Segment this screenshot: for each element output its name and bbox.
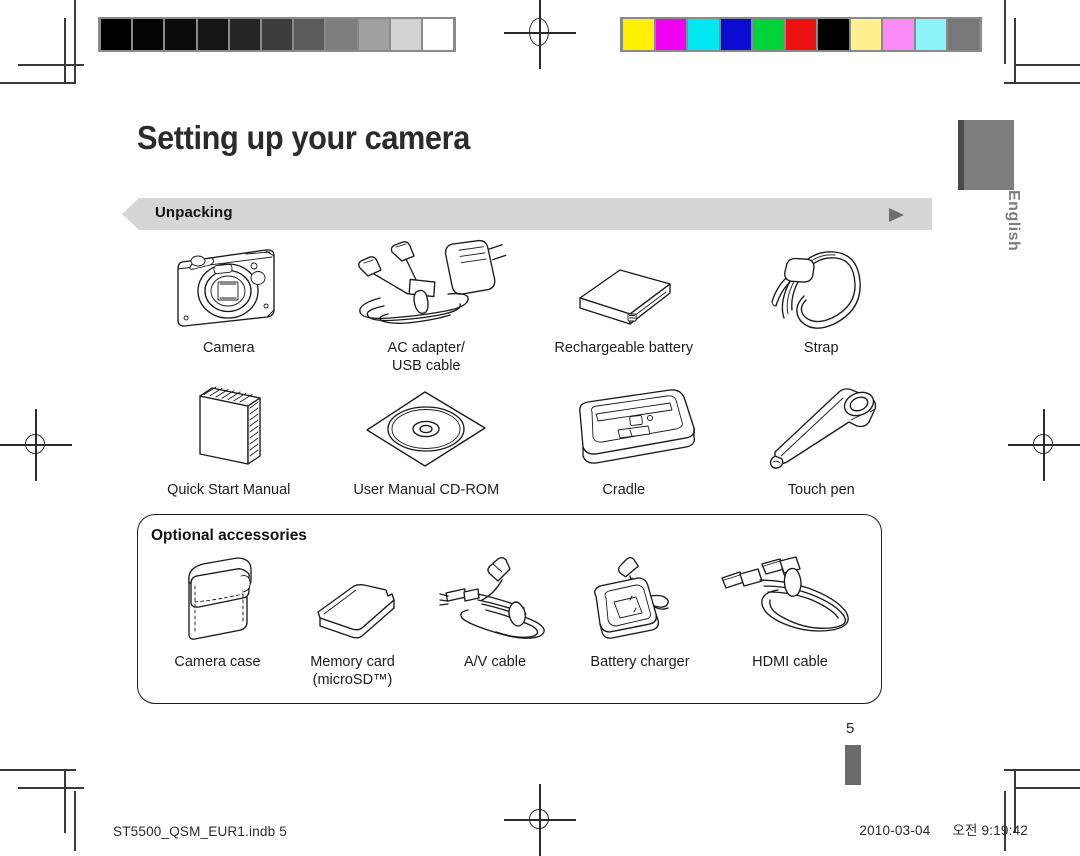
grayscale-swatch: [358, 19, 389, 50]
color-swatch: [785, 19, 817, 50]
item-caption: Strap: [803, 340, 839, 356]
av-cable-icon: [420, 556, 570, 646]
item-caption: Touch pen: [787, 482, 855, 498]
footer-filename: ST5500_QSM_EUR1.indb 5: [113, 824, 287, 839]
grayscale-swatch: [229, 19, 260, 50]
optional-accessories-row: Camera case Memory card (microSD™) A/V c…: [150, 556, 870, 689]
color-calibration-bar: [620, 17, 982, 52]
color-swatch: [688, 19, 719, 50]
registration-crosshair-icon-top: [504, 0, 576, 69]
registration-crosshair-icon-right: [1008, 409, 1080, 481]
color-swatch: [948, 19, 980, 50]
memory-card-icon: [285, 556, 420, 646]
color-swatch: [883, 19, 914, 50]
item-memory-card: Memory card (microSD™): [285, 556, 420, 689]
grayscale-swatch: [101, 19, 132, 50]
section-header-label: Unpacking: [155, 204, 233, 221]
item-caption: AC adapter/ USB cable: [387, 340, 465, 374]
language-tab-marker: [958, 120, 1014, 190]
item-caption: Rechargeable battery: [554, 340, 694, 356]
item-camera: Camera: [130, 236, 328, 375]
language-tab-edge: [958, 120, 964, 190]
item-user-manual-cd: User Manual CD-ROM: [328, 378, 526, 499]
color-swatch: [655, 19, 687, 50]
registration-crosshair-icon-bottom: [504, 784, 576, 856]
item-strap: Strap: [723, 236, 921, 375]
camera-icon: [130, 236, 328, 332]
item-hdmi-cable: HDMI cable: [710, 556, 870, 689]
item-quick-start-manual: Quick Start Manual: [130, 378, 328, 499]
hdmi-cable-icon: [710, 556, 870, 646]
strap-icon: [723, 236, 921, 332]
color-swatch: [720, 19, 752, 50]
registration-crosshair-icon-left: [0, 409, 72, 481]
item-caption: Camera case: [174, 654, 261, 670]
footer-date: 2010-03-04: [859, 823, 931, 838]
item-caption: Cradle: [602, 482, 646, 498]
item-cradle: Cradle: [525, 378, 723, 499]
footer-meridiem: 오전: [952, 823, 978, 839]
camera-case-icon: [150, 556, 285, 646]
included-items-row-2: Quick Start Manual User Manual CD-ROM Cr…: [130, 378, 920, 499]
color-swatch: [818, 19, 849, 50]
color-swatch: [850, 19, 882, 50]
item-caption: Memory card (microSD™): [310, 654, 395, 688]
color-swatch: [623, 19, 654, 50]
grayscale-swatch: [422, 19, 454, 50]
battery-icon: [525, 236, 723, 332]
item-battery-charger: Battery charger: [570, 556, 710, 689]
grayscale-swatch: [133, 19, 164, 50]
grayscale-swatch: [165, 19, 196, 50]
item-caption: HDMI cable: [752, 654, 828, 670]
play-triangle-icon: [889, 208, 904, 222]
battery-charger-icon: [570, 556, 710, 646]
language-tab-label: English: [1005, 190, 1022, 252]
grayscale-swatch: [326, 19, 357, 50]
item-av-cable: A/V cable: [420, 556, 570, 689]
item-touch-pen: Touch pen: [723, 378, 921, 499]
item-caption: Battery charger: [590, 654, 690, 670]
item-ac-adapter: AC adapter/ USB cable: [328, 236, 526, 375]
manual-booklet-icon: [130, 378, 328, 474]
footer-timestamp: 2010-03-04 오전 9:19:42: [859, 819, 1028, 839]
page-marker-bar: [845, 745, 861, 785]
color-swatch: [915, 19, 947, 50]
grayscale-swatch: [390, 19, 421, 50]
grayscale-calibration-bar: [98, 17, 456, 52]
page-title: Setting up your camera: [137, 119, 470, 156]
grayscale-swatch: [197, 19, 228, 50]
touch-pen-icon: [723, 378, 921, 474]
cd-rom-icon: [328, 378, 526, 474]
grayscale-swatch: [294, 19, 325, 50]
item-caption: A/V cable: [463, 654, 527, 670]
page-number: 5: [846, 720, 855, 737]
footer-time: 9:19:42: [981, 823, 1028, 838]
grayscale-swatch: [261, 19, 293, 50]
item-camera-case: Camera case: [150, 556, 285, 689]
item-caption: Camera: [202, 340, 255, 356]
optional-accessories-title: Optional accessories: [151, 527, 307, 544]
section-header-unpacking: Unpacking: [122, 198, 932, 230]
ac-adapter-usb-cable-icon: [328, 236, 526, 332]
section-header-background: [122, 198, 932, 230]
cradle-icon: [525, 378, 723, 474]
included-items-row-1: Camera AC adapter/ USB cable Rechargeabl…: [130, 236, 920, 375]
color-swatch: [753, 19, 784, 50]
item-caption: Quick Start Manual: [167, 482, 291, 498]
item-rechargeable-battery: Rechargeable battery: [525, 236, 723, 375]
item-caption: User Manual CD-ROM: [353, 482, 500, 498]
